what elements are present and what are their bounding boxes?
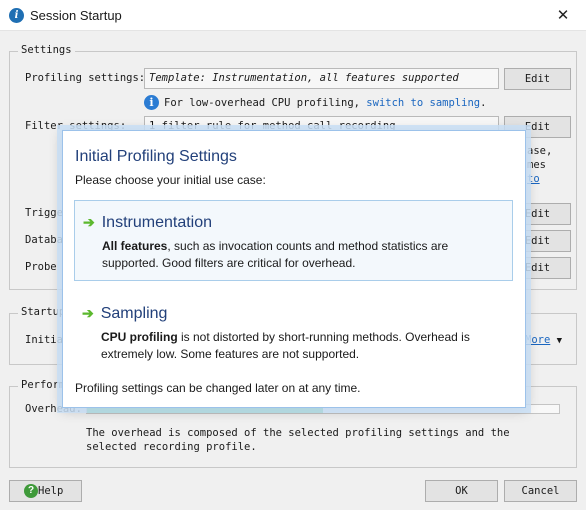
initial-label: Initia xyxy=(25,334,63,346)
instrumentation-title-text: Instrumentation xyxy=(101,214,213,231)
chevron-down-icon: ▼ xyxy=(556,336,563,346)
settings-group-title: Settings xyxy=(18,44,75,56)
switch-to-sampling-link[interactable]: switch to sampling xyxy=(366,97,480,109)
arrow-right-icon: ➔ xyxy=(83,214,95,230)
trigger-settings-label: Trigge xyxy=(25,207,63,219)
app-icon: i xyxy=(9,8,24,23)
dialog-title: Initial Profiling Settings xyxy=(75,148,237,165)
sampling-description: CPU profiling is not distorted by short-… xyxy=(101,329,506,363)
info-message: For low-overhead CPU profiling, xyxy=(164,97,360,109)
dialog-subtitle: Please choose your initial use case: xyxy=(75,173,266,187)
performance-group-title: Perform xyxy=(18,379,69,391)
profiling-settings-label: Profiling settings: xyxy=(25,72,146,84)
overhead-description: The overhead is composed of the selected… xyxy=(86,427,510,453)
instrumentation-option[interactable]: ➔ Instrumentation All features, such as i… xyxy=(74,200,513,281)
arrow-right-icon: ➔ xyxy=(82,305,94,321)
more-link[interactable]: More xyxy=(525,334,550,346)
startup-group-title: Startup xyxy=(18,306,69,318)
sampling-option-title: ➔ Sampling xyxy=(82,305,167,323)
edit-profiling-button[interactable]: Edit xyxy=(504,68,571,90)
dialog-footer-text: Profiling settings can be changed later … xyxy=(75,381,361,395)
probe-settings-label: Probe xyxy=(25,261,57,273)
cancel-button[interactable]: Cancel xyxy=(504,480,577,502)
instrumentation-description: All features, such as invocation counts … xyxy=(102,238,507,272)
help-label: Help xyxy=(38,485,64,497)
close-button[interactable]: ✕ xyxy=(540,0,586,31)
filter-side-link[interactable]: to xyxy=(527,173,540,185)
help-icon: ? xyxy=(24,484,38,498)
more-dropdown[interactable]: More ▼ xyxy=(525,334,562,346)
info-icon: i xyxy=(144,95,159,110)
instrumentation-bold-text: All features xyxy=(102,239,168,253)
title-bar: i Session Startup ✕ xyxy=(0,0,586,31)
filter-side-text-2: mes xyxy=(527,159,546,171)
window-title: Session Startup xyxy=(30,8,122,23)
filter-side-text-1: ase, xyxy=(527,145,553,157)
sampling-title-text: Sampling xyxy=(100,305,168,322)
ok-button[interactable]: OK xyxy=(425,480,498,502)
instrumentation-option-title: ➔ Instrumentation xyxy=(83,214,212,232)
info-period: . xyxy=(480,97,487,109)
profiling-settings-field[interactable]: Template: Instrumentation, all features … xyxy=(144,68,499,89)
help-button[interactable]: Help xyxy=(9,480,82,502)
sampling-bold-text: CPU profiling xyxy=(101,330,178,344)
database-settings-label: Databa xyxy=(25,234,63,246)
info-text: For low-overhead CPU profiling, switch t… xyxy=(164,97,486,109)
sampling-option[interactable]: ➔ Sampling CPU profiling is not distorted… xyxy=(74,289,513,369)
initial-profiling-dialog: Initial Profiling Settings Please choose… xyxy=(62,130,526,408)
